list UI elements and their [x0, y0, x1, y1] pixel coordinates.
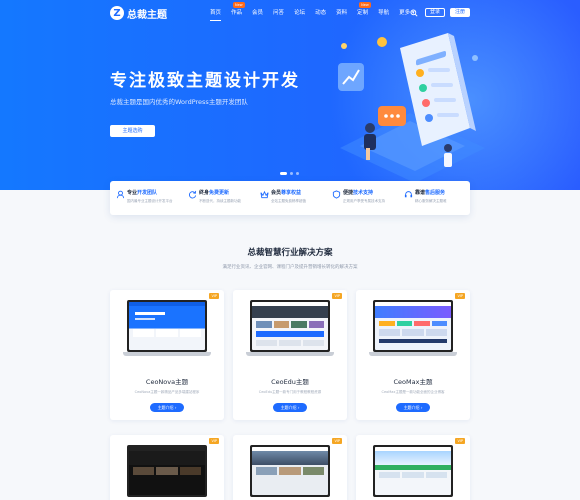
laptop-preview: [250, 445, 330, 500]
team-icon: [116, 190, 125, 199]
search-icon[interactable]: [410, 9, 418, 17]
feature-item: 会员尊享权益 全站主题免费畅享超值: [254, 181, 326, 215]
menu-item-news[interactable]: 动态: [310, 8, 331, 18]
card-title: CeoEdu主题: [271, 378, 309, 386]
menu-label: 首页: [210, 10, 222, 16]
card-title: CeoMax主题: [393, 378, 433, 386]
logo-text: 总裁主题: [127, 9, 167, 21]
vip-badge: VIP: [455, 293, 465, 299]
menu-item-works[interactable]: New 作品: [226, 2, 247, 18]
feature-desc: 国内最专业主题设计开发平台: [127, 199, 173, 203]
feature-title: 终身: [199, 190, 210, 196]
carousel-dot[interactable]: [296, 172, 299, 175]
hero-cta-button[interactable]: 主题选购: [110, 125, 155, 137]
menu-item-qa[interactable]: 问答: [268, 8, 289, 18]
theme-intro-button[interactable]: 主题介绍 ›: [396, 403, 430, 412]
theme-card[interactable]: VIP: [356, 435, 470, 500]
theme-card[interactable]: VIP CeoNova主题 CeoNova主题一款精品产品多端建站程序 主题介绍…: [110, 290, 224, 420]
feature-title: 专业: [127, 190, 138, 196]
logo-mark: Z: [110, 6, 124, 20]
feature-strip: 专业开发团队 国内最专业主题设计开发平台 终身免费更新 不断迭代，持续主题新功能…: [110, 181, 470, 215]
feature-title-highlight: 技术支持: [353, 190, 374, 196]
hero-illustration: [338, 33, 485, 183]
menu-item-forum[interactable]: 论坛: [289, 8, 310, 18]
feature-desc: 正规用户享受专属技术支持: [343, 199, 385, 203]
theme-intro-button[interactable]: 主题介绍 ›: [273, 403, 307, 412]
vip-badge: VIP: [209, 438, 219, 444]
menu-label: 导航: [378, 10, 390, 16]
service-icon: [404, 191, 413, 198]
theme-card[interactable]: VIP: [233, 435, 347, 500]
menu-item-custom[interactable]: New 定制: [352, 2, 373, 18]
feature-desc: 全站主题免费畅享超值: [271, 199, 306, 203]
login-button[interactable]: 登录: [425, 8, 445, 17]
site-logo[interactable]: Z 总裁主题: [110, 6, 167, 21]
feature-title-highlight: 免费更新: [209, 190, 230, 196]
new-badge: New: [233, 2, 245, 8]
feature-desc: 不断迭代，持续主题新功能: [199, 199, 241, 203]
hero-banner: Z 总裁主题 首页 New 作品 会员 问答 论坛 动态 资料 New 定制 导航 …: [0, 0, 580, 190]
theme-card[interactable]: VIP CeoEdu主题 CeoEdu主题一款专门用于教程教程资源 主题介绍 ›: [233, 290, 347, 420]
card-desc: CeoNova主题一款精品产品多端建站程序: [134, 390, 200, 394]
feature-title: 便捷: [343, 190, 354, 196]
carousel-dot[interactable]: [280, 172, 287, 175]
feature-title-highlight: 售后服务: [425, 190, 446, 196]
feature-item: 便捷技术支持 正规用户享受专属技术支持: [326, 181, 398, 215]
feature-title: 靠谱: [415, 190, 426, 196]
laptop-preview: [123, 300, 211, 358]
laptop-preview: [246, 300, 334, 358]
menu-label: 定制: [357, 10, 369, 16]
support-icon: [332, 190, 341, 199]
hero-subtitle: 总裁主题是国内优秀的WordPress主题开发团队: [110, 98, 248, 106]
top-nav: Z 总裁主题 首页 New 作品 会员 问答 论坛 动态 资料 New 定制 导航 …: [0, 0, 580, 26]
register-button[interactable]: 注册: [450, 8, 470, 17]
vip-badge: VIP: [332, 293, 342, 299]
menu-label: 问答: [273, 10, 285, 16]
menu-item-guide[interactable]: 导航: [373, 8, 394, 18]
menu-label: 动态: [315, 10, 327, 16]
feature-item: 专业开发团队 国内最专业主题设计开发平台: [110, 181, 182, 215]
laptop-preview: [373, 445, 453, 500]
carousel-dots: [280, 172, 299, 175]
vip-badge: VIP: [455, 438, 465, 444]
theme-intro-button[interactable]: 主题介绍 ›: [150, 403, 184, 412]
section-title: 总裁智慧行业解决方案: [247, 248, 333, 258]
card-desc: CeoEdu主题一款专门用于教程教程资源: [258, 390, 322, 394]
theme-card[interactable]: VIP: [110, 435, 224, 500]
vip-badge: VIP: [209, 293, 219, 299]
hero-title: 专注极致主题设计开发: [110, 71, 300, 91]
menu-label: 作品: [231, 10, 243, 16]
update-icon: [189, 190, 197, 199]
feature-item: 终身免费更新 不断迭代，持续主题新功能: [182, 181, 254, 215]
carousel-dot[interactable]: [290, 172, 293, 175]
feature-desc: 精心服务解决主题难: [415, 199, 447, 203]
feature-title-highlight: 尊享权益: [281, 190, 302, 196]
card-title: CeoNova主题: [145, 378, 189, 386]
feature-item: 靠谱售后服务 精心服务解决主题难: [398, 181, 470, 215]
vip-badge: VIP: [332, 438, 342, 444]
feature-title: 会员: [271, 190, 282, 196]
menu-item-docs[interactable]: 资料: [331, 8, 352, 18]
section-subtitle: 满足行业资讯、企业官网、课程门户及提升营销增长转化的解决方案: [222, 265, 358, 270]
menu-label: 资料: [336, 10, 348, 16]
card-desc: CeoMax主题是一款功能全面的企业博客: [381, 390, 445, 394]
menu-label: 会员: [252, 10, 264, 16]
menu-item-home[interactable]: 首页: [205, 8, 226, 21]
laptop-preview: [127, 445, 207, 500]
main-menu: 首页 New 作品 会员 问答 论坛 动态 资料 New 定制 导航 更多 ▾: [205, 2, 420, 21]
new-badge: New: [359, 2, 371, 8]
theme-card[interactable]: VIP CeoMax主题 CeoMax主题是一款功能全面的企业博客 主题介绍 ›: [356, 290, 470, 420]
feature-title-highlight: 开发团队: [137, 190, 158, 196]
menu-label: 论坛: [294, 10, 306, 16]
vip-icon: [260, 190, 269, 199]
menu-item-member[interactable]: 会员: [247, 8, 268, 18]
laptop-preview: [369, 300, 457, 358]
